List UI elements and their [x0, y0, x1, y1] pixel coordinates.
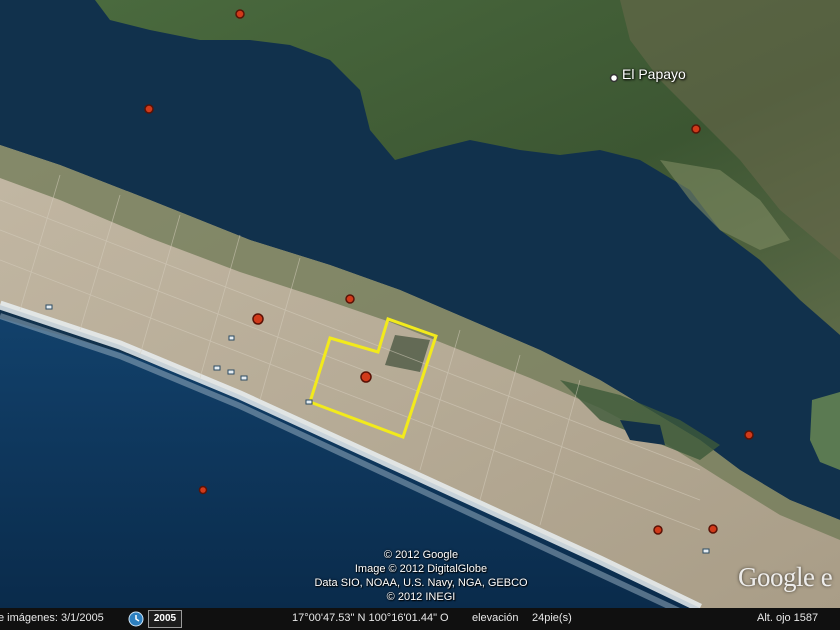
elevation-label: elevación	[472, 612, 519, 624]
building-icon	[213, 365, 221, 371]
imagery-date: e imágenes: 3/1/2005	[0, 612, 104, 624]
eye-altitude: Alt. ojo 1587	[757, 612, 819, 624]
placemark-icon[interactable]	[744, 430, 754, 440]
historical-imagery-icon[interactable]	[128, 611, 144, 627]
google-earth-logo: Google e	[738, 562, 833, 592]
status-bar: e imágenes: 3/1/2005 2005 17°00'47.53" N…	[0, 608, 840, 630]
year-button[interactable]: 2005	[148, 610, 182, 628]
elevation-value: 24pie(s)	[532, 612, 572, 624]
town-marker-icon[interactable]	[609, 73, 619, 83]
building-icon	[228, 335, 235, 341]
placemark-icon[interactable]	[708, 524, 718, 534]
attribution-line: Image © 2012 DigitalGlobe	[354, 563, 488, 575]
attribution-line: © 2012 Google	[383, 549, 459, 561]
placemark-icon[interactable]	[198, 485, 208, 495]
placemark-icon[interactable]	[360, 371, 372, 383]
map-attribution: © 2012 Google Image © 2012 DigitalGlobe …	[290, 548, 552, 604]
attribution-line: Data SIO, NOAA, U.S. Navy, NGA, GEBCO	[314, 577, 528, 589]
building-icon	[227, 369, 235, 375]
placemark-icon[interactable]	[235, 9, 245, 19]
placemark-icon[interactable]	[653, 525, 663, 535]
placemark-icon[interactable]	[252, 313, 264, 325]
place-label-el-papayo[interactable]: El Papayo	[622, 66, 686, 82]
placemark-icon[interactable]	[144, 104, 154, 114]
building-icon	[702, 548, 710, 554]
building-icon	[240, 375, 248, 381]
attribution-line: © 2012 INEGI	[386, 591, 456, 603]
building-icon	[305, 399, 313, 405]
placemark-icon[interactable]	[345, 294, 355, 304]
placemark-icon[interactable]	[691, 124, 701, 134]
map-viewer[interactable]: El Papayo © 2012 Google Image © 2012 Dig…	[0, 0, 840, 630]
building-icon	[45, 304, 53, 310]
coordinates-readout: 17°00'47.53" N 100°16'01.44" O	[292, 612, 449, 624]
satellite-map[interactable]	[0, 0, 840, 630]
